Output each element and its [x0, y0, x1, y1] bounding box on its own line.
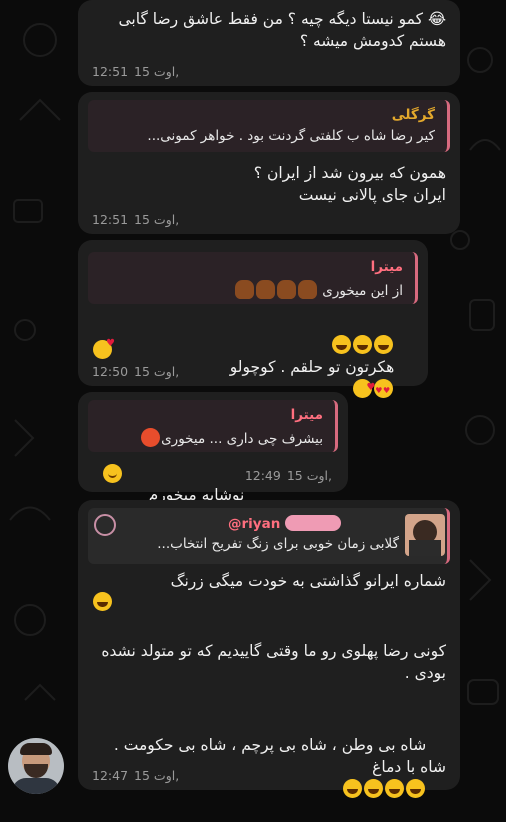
message-timestamp: 12:49 15 اوت, [244, 468, 332, 483]
angry-emoji-icon [141, 428, 161, 447]
laughing-emoji-icon [374, 335, 394, 354]
avatar-hair [20, 743, 52, 755]
laughing-emoji-icon [353, 335, 373, 354]
poop-emoji-icon [255, 280, 275, 299]
laughing-emoji-icon [332, 335, 352, 354]
smile-icon [94, 514, 116, 536]
poop-emoji-icon [234, 280, 254, 299]
avatar-beard [24, 764, 48, 778]
laughing-emoji-icon [406, 779, 426, 798]
message-bubble[interactable]: 😂 کمو نیستا دیگه چیه ؟ من فقط عاشق رضا گ… [78, 0, 460, 86]
redacted-name-mark [285, 515, 342, 531]
message-timestamp: 12:51 15 اوت, [92, 64, 180, 79]
reply-quoted-text: کیر رضا شاه ب کلفتی گردنت بود . خواهر کم… [147, 128, 435, 144]
message-text: شماره ایرانو گذاشتی به خودت میگی زرنگ [170, 572, 446, 590]
message-timestamp: 12:50 15 اوت, [92, 364, 180, 379]
message-text: 😂 کمو نیستا دیگه چیه ؟ من فقط عاشق رضا گ… [113, 10, 446, 50]
reply-preview[interactable]: @riyan گلابی زمان خوبی برای زنگ تفریح ان… [88, 508, 450, 564]
message-bubble[interactable]: میترا از این میخوری هکرتون تو حلقم . کوچ… [78, 240, 428, 402]
laughing-emoji-icon [385, 779, 405, 798]
reply-preview[interactable]: میترا از این میخوری [88, 252, 418, 304]
reply-preview[interactable]: گرگلی کیر رضا شاه ب کلفتی گردنت بود . خو… [88, 100, 450, 152]
kiss-emoji-icon [93, 338, 115, 359]
reply-quoted-text: گلابی زمان خوبی برای زنگ تفریح انتخاب... [157, 536, 399, 552]
message-text: شاه بی وطن ، شاه بی پرچم ، شاه بی حکومت … [92, 712, 446, 822]
kiss-emoji-icon [353, 377, 375, 399]
laughing-emoji-icon [343, 779, 363, 798]
reply-quoted-text: از این میخوری [96, 280, 403, 299]
message-bubble[interactable]: میترا بیشرف چی داری ... میخوری نوشابه می… [78, 392, 348, 504]
poop-emoji-icon [297, 280, 317, 299]
message-text: کونی رضا پهلوی رو ما وقتی گاییدیم که تو … [96, 642, 446, 682]
reply-sender-name: @riyan [228, 515, 342, 532]
reply-preview[interactable]: میترا بیشرف چی داری ... میخوری [88, 400, 338, 452]
reply-sender-name: میترا [290, 407, 323, 423]
heart-eyes-emoji-icon [374, 379, 394, 402]
poop-emoji-icon [276, 280, 296, 299]
message-timestamp: 12:51 15 اوت, [92, 212, 180, 227]
avatar[interactable] [8, 738, 64, 794]
reply-sender-name: گرگلی [391, 107, 435, 123]
message-emoji [92, 592, 113, 611]
message-text: همون که بیرون شد از ایران ؟ ایران جای پا… [253, 164, 446, 204]
reply-quoted-text: بیشرف چی داری ... میخوری [96, 428, 323, 447]
message-bubble[interactable]: گرگلی کیر رضا شاه ب کلفتی گردنت بود . خو… [78, 92, 460, 234]
smiling-emoji-icon [103, 464, 122, 483]
avatar-shirt [12, 778, 60, 794]
message-bubble[interactable]: @riyan گلابی زمان خوبی برای زنگ تفریح ان… [78, 500, 460, 798]
laughing-emoji-icon [364, 779, 384, 798]
reply-thumbnail [405, 514, 445, 556]
grinning-emoji-icon [93, 592, 112, 611]
message-text-extra [92, 338, 115, 359]
message-timestamp: 12:47 15 اوت, [92, 768, 180, 783]
message-emoji [102, 464, 123, 483]
reply-sender-name: میترا [370, 259, 403, 275]
